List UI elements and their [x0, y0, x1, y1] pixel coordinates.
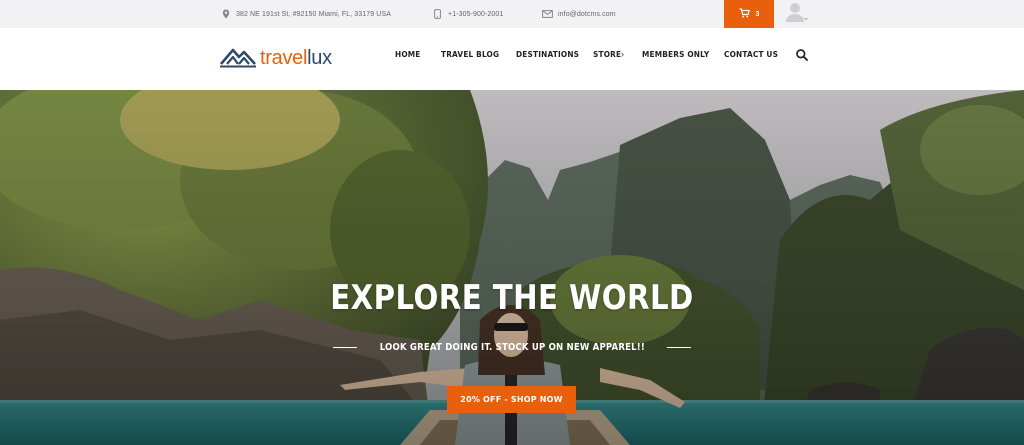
hero-title: EXPLORE THE WORLD: [330, 278, 694, 318]
address-text: 382 NE 191st St, #92150 Miami, FL, 33179…: [236, 10, 391, 18]
address-info: 382 NE 191st St, #92150 Miami, FL, 33179…: [220, 0, 391, 28]
search-icon[interactable]: [795, 48, 809, 62]
nav-members-only[interactable]: MEMBERS ONLY: [642, 50, 709, 59]
hero-banner: EXPLORE THE WORLD LOOK GREAT DOING IT. S…: [0, 90, 1024, 445]
nav-store[interactable]: STORE: [593, 50, 621, 59]
subtitle-dash-right: [667, 346, 692, 349]
logo-text-travel: travel: [260, 47, 308, 69]
cart-button[interactable]: 3: [724, 0, 774, 28]
subtitle-dash-left: [332, 346, 357, 349]
mountain-logo-icon: [219, 44, 257, 73]
nav-home[interactable]: HOME: [395, 50, 421, 59]
nav-destinations[interactable]: DESTINATIONS: [516, 50, 579, 59]
main-navbar: travellux HOME TRAVEL BLOG DESTINATIONS …: [0, 28, 1024, 90]
user-menu[interactable]: [784, 2, 810, 26]
cart-count: 3: [755, 10, 760, 18]
email-info[interactable]: info@dotcms.com: [542, 0, 616, 28]
map-pin-icon: [220, 9, 231, 20]
user-avatar-icon: [785, 1, 809, 28]
travellux-logo[interactable]: travellux: [219, 45, 332, 71]
shopping-cart-icon: [739, 8, 750, 20]
chevron-right-icon[interactable]: ›: [621, 49, 624, 59]
phone-info[interactable]: +1-305-900-2001: [432, 0, 503, 28]
hero-subtitle: LOOK GREAT DOING IT. STOCK UP ON NEW APP…: [379, 342, 645, 353]
email-text[interactable]: info@dotcms.com: [558, 11, 616, 18]
nav-travel-blog[interactable]: TRAVEL BLOG: [441, 50, 499, 59]
hero-subtitle-row: LOOK GREAT DOING IT. STOCK UP ON NEW APP…: [0, 342, 1024, 353]
nav-contact-us[interactable]: CONTACT US: [724, 50, 778, 59]
phone-text[interactable]: +1-305-900-2001: [448, 11, 503, 18]
top-utility-bar: 382 NE 191st St, #92150 Miami, FL, 33179…: [0, 0, 1024, 28]
logo-text-lux: lux: [307, 47, 332, 69]
shop-now-button[interactable]: 20% OFF - SHOP NOW: [447, 386, 576, 413]
envelope-icon: [542, 9, 553, 20]
mobile-phone-icon: [432, 9, 443, 20]
